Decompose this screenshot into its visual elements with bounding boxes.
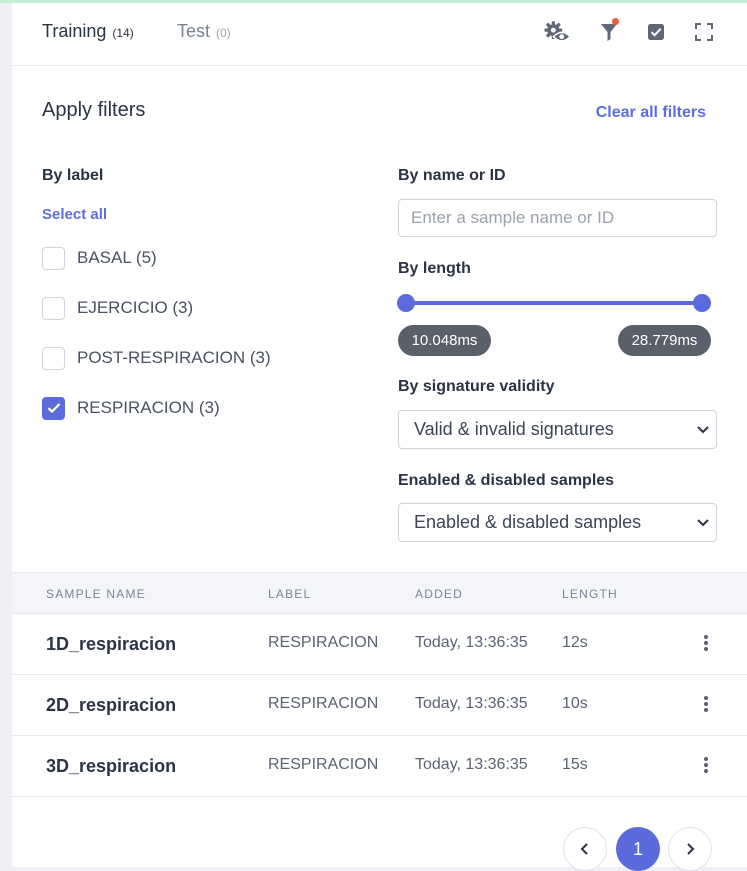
filter-active-dot: [612, 18, 619, 25]
sample-label: RESPIRACION: [268, 634, 379, 651]
row-menu-icon[interactable]: [702, 696, 710, 714]
label-option-text: RESPIRACION (3): [77, 398, 220, 417]
tab-test[interactable]: Test (0): [177, 21, 231, 42]
checkbox[interactable]: [42, 346, 65, 370]
table-header: SAMPLE NAME LABEL ADDED LENGTH: [12, 572, 747, 614]
sample-search-input[interactable]: [398, 199, 717, 237]
sample-added: Today, 13:36:35: [415, 634, 528, 651]
label-option-respiracion[interactable]: RESPIRACION (3): [42, 395, 220, 421]
sample-label: RESPIRACION: [268, 756, 379, 773]
sample-name[interactable]: 3D_respiracion: [46, 756, 176, 777]
eye-settings-icon[interactable]: [544, 19, 572, 45]
signature-validity-select[interactable]: Valid & invalid signatures: [398, 410, 717, 449]
sample-name[interactable]: 1D_respiracion: [46, 634, 176, 655]
clear-all-filters-link[interactable]: Clear all filters: [596, 104, 706, 122]
sample-added: Today, 13:36:35: [415, 756, 528, 773]
column-header-length[interactable]: LENGTH: [562, 587, 618, 601]
label-option-ejercicio[interactable]: EJERCICIO (3): [42, 295, 193, 321]
filter-icon[interactable]: [595, 18, 623, 45]
label-option-text: POST-RESPIRACION (3): [77, 348, 271, 367]
tab-training[interactable]: Training (14): [42, 21, 134, 42]
sample-added: Today, 13:36:35: [415, 695, 528, 712]
chevron-right-icon: [687, 843, 695, 855]
row-menu-icon[interactable]: [702, 635, 710, 653]
length-max-value: 28.779ms: [618, 325, 711, 356]
tab-training-label: Training: [42, 21, 107, 41]
table-row[interactable]: 2D_respiracion RESPIRACION Today, 13:36:…: [12, 674, 747, 736]
sample-name[interactable]: 2D_respiracion: [46, 695, 176, 716]
previous-page-button[interactable]: [563, 827, 607, 871]
sample-length: 15s: [562, 756, 588, 773]
sample-length: 12s: [562, 634, 588, 651]
filters-title: Apply filters: [42, 99, 146, 121]
by-signature-heading: By signature validity: [398, 378, 555, 395]
fullscreen-icon[interactable]: [690, 19, 718, 45]
next-page-button[interactable]: [668, 827, 712, 871]
row-menu-icon[interactable]: [702, 757, 710, 775]
checkbox[interactable]: [42, 296, 65, 320]
tab-training-count: (14): [112, 26, 134, 40]
enabled-samples-heading: Enabled & disabled samples: [398, 472, 615, 489]
table-row[interactable]: 3D_respiracion RESPIRACION Today, 13:36:…: [12, 735, 747, 797]
check-icon: [47, 403, 60, 414]
sample-label: RESPIRACION: [268, 695, 379, 712]
by-name-heading: By name or ID: [398, 167, 506, 184]
tab-bar: Training (14) Test (0): [12, 3, 747, 66]
signature-validity-value: Valid & invalid signatures: [414, 419, 614, 439]
by-label-heading: By label: [42, 167, 104, 184]
enabled-samples-value: Enabled & disabled samples: [414, 512, 642, 532]
tab-test-count: (0): [216, 26, 231, 40]
chevron-down-icon: [697, 519, 709, 527]
table-row[interactable]: 1D_respiracion RESPIRACION Today, 13:36:…: [12, 613, 747, 675]
by-length-heading: By length: [398, 260, 471, 277]
length-slider-track[interactable]: [406, 301, 702, 305]
page-button-current[interactable]: 1: [616, 827, 660, 871]
length-slider-min-handle[interactable]: [397, 294, 415, 312]
length-min-value: 10.048ms: [398, 325, 491, 356]
column-header-added[interactable]: ADDED: [415, 587, 463, 601]
tab-test-label: Test: [177, 21, 211, 41]
select-all-link[interactable]: Select all: [42, 206, 107, 223]
enabled-samples-select[interactable]: Enabled & disabled samples: [398, 503, 717, 542]
checkbox-checked[interactable]: [42, 396, 65, 420]
checkbox-icon[interactable]: [642, 19, 670, 45]
sample-length: 10s: [562, 695, 588, 712]
column-header-label[interactable]: LABEL: [268, 587, 311, 601]
label-option-text: BASAL (5): [77, 248, 157, 267]
chevron-down-icon: [697, 426, 709, 434]
label-option-text: EJERCICIO (3): [77, 298, 194, 317]
chevron-left-icon: [580, 843, 588, 855]
data-panel: Training (14) Test (0) Apply filters Cle…: [12, 3, 747, 871]
length-slider-max-handle[interactable]: [693, 294, 711, 312]
label-option-basal[interactable]: BASAL (5): [42, 245, 157, 271]
column-header-sample-name[interactable]: SAMPLE NAME: [46, 587, 146, 601]
label-option-post-respiracion[interactable]: POST-RESPIRACION (3): [42, 345, 271, 371]
checkbox[interactable]: [42, 246, 65, 270]
